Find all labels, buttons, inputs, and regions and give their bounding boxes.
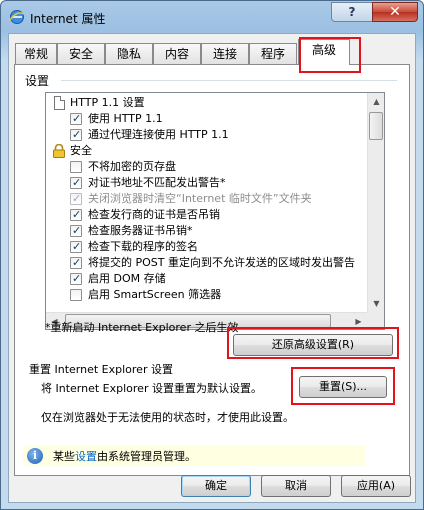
highlight-reset-button	[291, 367, 395, 405]
internet-explorer-icon	[9, 10, 25, 24]
tab-connections[interactable]: 连接	[201, 43, 249, 64]
vertical-scrollbar[interactable]: ▲ ▼	[367, 93, 384, 312]
settings-tree[interactable]: HTTP 1.1 设置 使用 HTTP 1.1 通过代理连接使用 HTTP 1.…	[45, 92, 385, 330]
apply-button[interactable]: 应用(A)	[341, 475, 411, 497]
info-icon: i	[27, 448, 43, 464]
settings-item-label: 将提交的 POST 重定向到不允许发送的区域时发出警告	[88, 256, 355, 269]
tab-general[interactable]: 常规	[15, 43, 57, 64]
checkbox[interactable]	[70, 161, 82, 173]
tab-privacy[interactable]: 隐私	[105, 43, 153, 64]
window-title: Internet 属性	[30, 12, 106, 26]
settings-item-label: 对证书地址不匹配发出警告*	[88, 176, 226, 189]
document-icon	[54, 96, 65, 110]
dialog-window: Internet 属性 ? ✕ 常规 安全 隐私 内容 连接 程序 高级 设置 …	[0, 0, 424, 510]
checkbox[interactable]	[70, 271, 82, 287]
settings-item-label: 启用 SmartScreen 筛选器	[88, 288, 222, 301]
title-bar[interactable]: Internet 属性 ? ✕	[1, 1, 423, 33]
settings-link[interactable]: 设置	[75, 450, 97, 463]
checkbox[interactable]	[70, 255, 82, 271]
scroll-down-icon[interactable]: ▼	[368, 295, 384, 312]
checkbox	[70, 191, 82, 207]
help-button[interactable]: ?	[331, 2, 373, 22]
settings-item-label: 检查下载的程序的签名	[88, 240, 198, 253]
checkbox[interactable]	[70, 289, 82, 301]
settings-item-label: 关闭浏览器时清空“Internet 临时文件”文件夹	[88, 192, 312, 205]
admin-info-text: 某些设置由系统管理员管理。	[53, 450, 196, 463]
settings-tree-content: HTTP 1.1 设置 使用 HTTP 1.1 通过代理连接使用 HTTP 1.…	[46, 93, 368, 329]
tab-programs[interactable]: 程序	[249, 43, 297, 64]
checkbox[interactable]	[70, 207, 82, 223]
settings-item-label: 安全	[70, 144, 92, 157]
vertical-scroll-thumb[interactable]	[369, 112, 383, 140]
checkbox[interactable]	[70, 111, 82, 127]
settings-item-label: 检查服务器证书吊销*	[88, 224, 193, 237]
settings-group-divider	[61, 80, 397, 81]
checkbox[interactable]	[70, 175, 82, 191]
checkbox[interactable]	[70, 239, 82, 255]
scroll-up-icon[interactable]: ▲	[368, 93, 384, 110]
reset-heading: 重置 Internet Explorer 设置	[29, 363, 173, 376]
cancel-button[interactable]: 取消	[261, 475, 331, 497]
settings-item-label: HTTP 1.1 设置	[70, 96, 145, 109]
settings-item-label: 通过代理连接使用 HTTP 1.1	[88, 128, 229, 141]
checkbox[interactable]	[70, 127, 82, 143]
settings-item-label: 检查发行商的证书是否吊销	[88, 208, 220, 221]
checkbox[interactable]	[70, 223, 82, 239]
restart-note: *重新启动 Internet Explorer 之后生效	[45, 321, 239, 334]
ok-button[interactable]: 确定	[181, 475, 251, 497]
reset-description: 将 Internet Explorer 设置重置为默认设置。	[41, 382, 262, 395]
reset-note: 仅在浏览器处于无法使用的状态时，才使用此设置。	[41, 411, 294, 424]
highlight-restore-button	[227, 327, 399, 359]
tab-content[interactable]: 内容	[153, 43, 201, 64]
lock-icon	[53, 144, 65, 158]
settings-group-label: 设置	[25, 72, 54, 89]
admin-info-bar: i 某些设置由系统管理员管理。	[23, 446, 365, 466]
highlight-advanced-tab	[299, 37, 361, 73]
settings-item-label: 不将加密的页存盘	[88, 160, 176, 173]
settings-item-label: 使用 HTTP 1.1	[88, 112, 163, 125]
close-button[interactable]: ✕	[372, 2, 418, 22]
settings-item-label: 启用 DOM 存储	[88, 272, 166, 285]
dialog-client-area: 常规 安全 隐私 内容 连接 程序 高级 设置 HTTP 1.1 设置 使用 H…	[8, 33, 416, 503]
tab-security[interactable]: 安全	[57, 43, 105, 64]
